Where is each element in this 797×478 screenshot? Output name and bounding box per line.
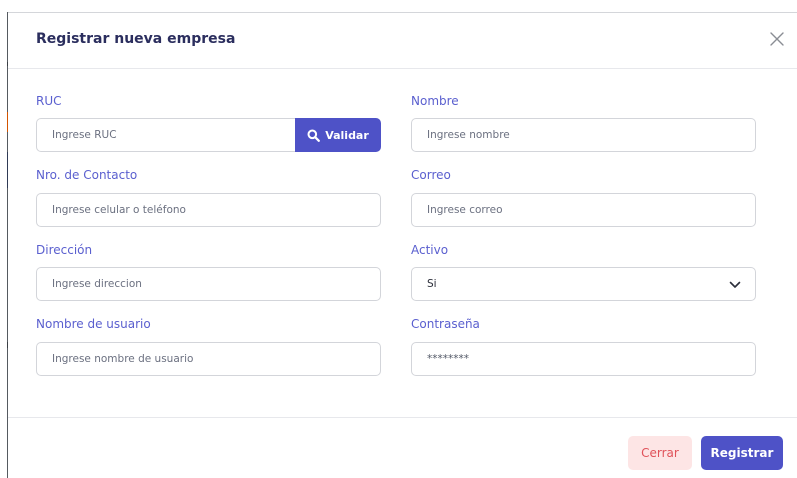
correo-label: Correo	[411, 168, 451, 182]
cerrar-button[interactable]: Cerrar	[628, 436, 692, 470]
ruc-label: RUC	[36, 94, 62, 108]
modal-header: Registrar nueva empresa	[8, 13, 797, 69]
usuario-label: Nombre de usuario	[36, 317, 151, 331]
contrasena-input[interactable]	[411, 342, 756, 376]
nombre-label: Nombre	[411, 94, 459, 108]
modal-footer: Cerrar Registrar	[8, 417, 797, 478]
contrasena-label: Contraseña	[411, 317, 480, 331]
contacto-label: Nro. de Contacto	[36, 168, 138, 182]
nombre-input[interactable]	[411, 118, 756, 152]
close-icon[interactable]	[767, 29, 787, 49]
chevron-down-icon	[729, 281, 741, 288]
search-icon	[307, 129, 321, 142]
correo-input[interactable]	[411, 193, 756, 227]
activo-label: Activo	[411, 243, 449, 257]
direccion-input[interactable]	[36, 267, 381, 301]
modal-title: Registrar nueva empresa	[36, 31, 236, 47]
register-company-modal: Registrar nueva empresa RUC Validar Nomb…	[8, 12, 797, 478]
validar-button[interactable]: Validar	[295, 118, 381, 152]
activo-selected-value: Si	[427, 278, 437, 290]
ruc-input[interactable]	[36, 118, 295, 152]
registrar-button[interactable]: Registrar	[701, 436, 783, 470]
contacto-input[interactable]	[36, 193, 381, 227]
usuario-input[interactable]	[36, 342, 381, 376]
direccion-label: Dirección	[36, 243, 93, 257]
validar-label: Validar	[325, 128, 369, 142]
activo-select[interactable]: Si	[411, 267, 756, 301]
